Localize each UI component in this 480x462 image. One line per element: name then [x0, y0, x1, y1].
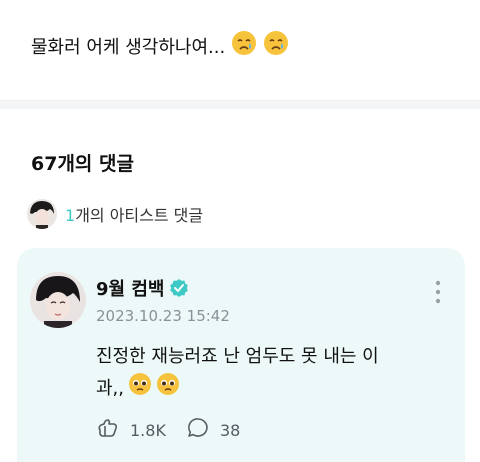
verified-badge-icon: [169, 278, 189, 298]
reply-button[interactable]: 38: [186, 416, 240, 444]
artist-comments-link[interactable]: 1개의 아티스트 댓글: [27, 199, 203, 229]
section-divider: [0, 100, 480, 109]
post-text-content: 물화러 어케 생각하나여...: [31, 36, 226, 58]
reply-icon: [186, 416, 210, 444]
crying-face-icon: [231, 30, 257, 61]
comment-body: 진정한 재능러죠 난 엄두도 못 내는 이 과,,: [96, 342, 446, 406]
comment-author-avatar[interactable]: [30, 272, 86, 328]
reply-count: 38: [219, 420, 241, 440]
comment-author-row: 9월 컴백: [96, 275, 189, 301]
artist-comment-count: 1: [65, 206, 76, 225]
comment-author-name[interactable]: 9월 컴백: [96, 275, 164, 301]
like-icon: [96, 416, 120, 444]
artist-comments-label: 1개의 아티스트 댓글: [65, 202, 203, 226]
comment-body-line: 과,,: [96, 372, 446, 406]
pleading-face-icon: [128, 372, 152, 406]
post-text: 물화러 어케 생각하나여...: [31, 30, 289, 61]
like-button[interactable]: 1.8K: [96, 416, 166, 444]
comment-text-line2: 과,,: [96, 378, 125, 399]
like-count: 1.8K: [130, 420, 166, 440]
comment-actions: 1.8K 38: [96, 416, 260, 444]
comment-timestamp: 2023.10.23 15:42: [96, 307, 230, 325]
artist-comment-card: 9월 컴백 2023.10.23 15:42 진정한 재능러죠 난 엄두도 못 …: [17, 248, 465, 462]
more-options-icon[interactable]: [430, 278, 446, 306]
pleading-face-icon: [156, 372, 180, 406]
comment-body-line: 진정한 재능러죠 난 엄두도 못 내는 이: [96, 342, 446, 372]
artist-avatar: [27, 199, 57, 229]
artist-comments-text: 개의 아티스트 댓글: [75, 206, 204, 225]
comment-text-line1: 진정한 재능러죠 난 엄두도 못 내는 이: [96, 346, 379, 367]
comment-count-title: 67개의 댓글: [31, 153, 134, 175]
crying-face-icon: [263, 30, 289, 61]
